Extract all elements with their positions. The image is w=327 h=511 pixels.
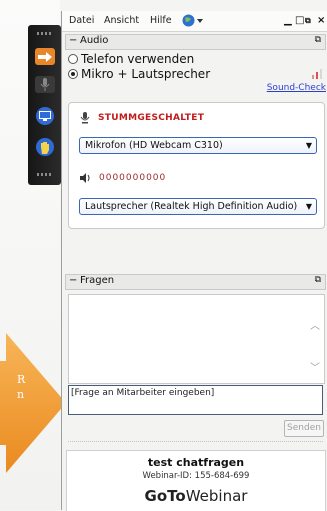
microphone-select-value: Mikrofon (HD Webcam C310) [85,140,223,151]
language-menu[interactable] [182,14,204,30]
question-input-placeholder: [Frage an Mitarbeiter eingeben] [71,388,215,398]
logo-regular-part: Webinar [185,487,248,505]
show-panel-button[interactable] [35,48,55,65]
sound-check-link[interactable]: Sound-Check [267,83,326,93]
control-toolbar [28,25,61,185]
divider [68,441,323,442]
minimize-button[interactable]: ▁ [284,15,292,26]
arrow-caption-line2: n [17,388,25,401]
collapse-icon[interactable]: − [69,275,77,286]
arrow-share-icon [38,51,52,62]
menu-bar: Datei Ansicht Hilfe ▁ □ ⧉ × [62,11,327,32]
audio-section-title: Audio [80,35,109,46]
audio-device-box: STUMMGESCHALTET Mikrofon (HD Webcam C310… [68,102,325,229]
pop-out-icon[interactable]: ⧉ [315,35,321,45]
radio-mic-speaker-button[interactable] [68,69,78,79]
microphone-select[interactable]: Mikrofon (HD Webcam C310) ▼ [79,137,317,154]
scroll-up-icon[interactable]: ︿ [310,317,320,332]
webinar-id: Webinar-ID: 155-684-699 [142,471,250,481]
radio-phone[interactable]: Telefon verwenden [68,52,194,66]
menu-ansicht[interactable]: Ansicht [104,15,139,26]
pop-out-icon[interactable]: ⧉ [315,275,321,285]
menu-datei[interactable]: Datei [69,15,94,26]
globe-icon [182,14,203,27]
radio-mic-speaker-label: Mikro + Lautsprecher [81,67,211,81]
microphone-muted-icon [80,112,90,124]
muted-label: STUMMGESCHALTET [98,113,205,123]
close-button[interactable]: × [317,15,325,26]
hand-raise-icon [41,141,49,154]
chevron-down-icon: ▼ [305,202,312,211]
speaker-level-row: 0000000000 [80,173,166,183]
speaker-level-meter: 0000000000 [99,173,167,183]
raise-hand-button[interactable] [36,138,54,156]
toolbar-grip-top[interactable] [37,32,51,35]
audio-section-header[interactable]: − Audio ⧉ [65,34,326,50]
menu-hilfe[interactable]: Hilfe [150,15,172,26]
signal-strength-icon [312,69,322,79]
radio-phone-label: Telefon verwenden [81,52,195,66]
questions-log[interactable]: ︿ ﹀ [68,294,325,384]
microphone-icon [40,77,50,91]
questions-section-header[interactable]: − Fragen ⧉ [65,274,326,290]
radio-phone-button[interactable] [68,54,78,64]
collapse-icon[interactable]: − [69,35,77,46]
speaker-select[interactable]: Lautsprecher (Realtek High Definition Au… [79,198,317,215]
logo-bold-part: GoTo [144,487,186,505]
radio-mic-speaker[interactable]: Mikro + Lautsprecher [68,67,210,81]
mute-status[interactable]: STUMMGESCHALTET [80,112,204,124]
webinar-control-panel: Datei Ansicht Hilfe ▁ □ ⧉ × − Audio ⧉ Te… [61,11,327,511]
restore-button[interactable]: ⧉ [305,16,311,26]
send-button[interactable]: Senden [284,420,324,437]
screen-view-button[interactable] [36,107,54,125]
screen-icon [39,111,51,121]
speaker-select-value: Lautsprecher (Realtek High Definition Au… [85,201,298,212]
orange-arrow-graphic [0,333,66,473]
toolbar-grip-bottom[interactable] [37,173,51,176]
questions-section-title: Fragen [80,275,115,286]
speaker-icon [80,173,90,183]
scroll-down-icon[interactable]: ﹀ [310,359,320,374]
chevron-down-icon: ▼ [305,141,312,150]
webinar-info-box: test chatfragen Webinar-ID: 155-684-699 … [66,450,326,511]
arrow-caption-line1: R [17,373,26,386]
arrow-caption: R n [17,372,57,402]
maximize-button[interactable]: □ [295,15,304,26]
microphone-button[interactable] [35,76,55,93]
question-input[interactable]: [Frage an Mitarbeiter eingeben] [68,385,323,415]
gotowebinar-logo: GoToWebinar [67,487,325,505]
webinar-title: test chatfragen [147,456,245,469]
